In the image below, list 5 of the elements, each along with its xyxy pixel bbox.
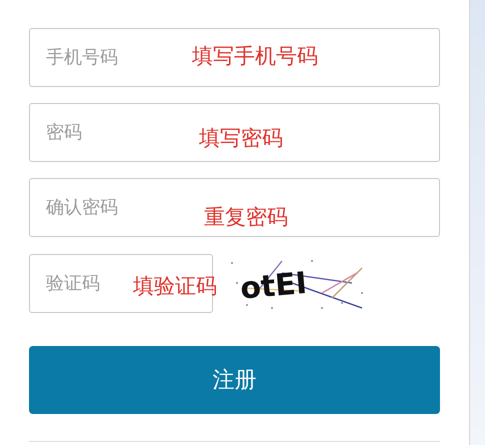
annotation-text: 填写手机号码 [192,43,318,70]
register-button[interactable]: 注册 [29,346,440,414]
captcha-image[interactable]: otEI [222,253,370,313]
annotation-text: 填写密码 [199,125,283,152]
annotation-text: 重复密码 [204,204,288,231]
